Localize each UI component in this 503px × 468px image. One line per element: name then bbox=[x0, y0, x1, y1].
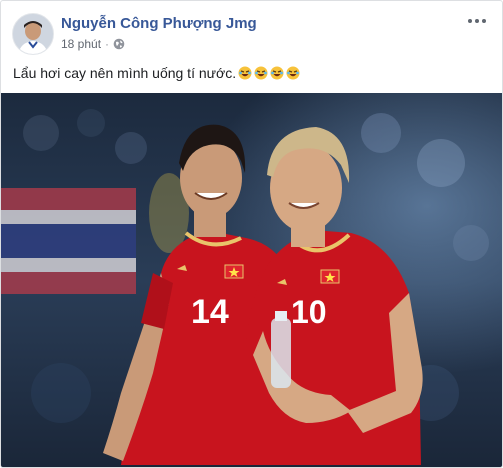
rolling-laughing-emoji-icon bbox=[254, 66, 268, 80]
jersey-number-14: 14 bbox=[191, 293, 229, 331]
post-meta: 18 phút · bbox=[61, 37, 125, 51]
rolling-laughing-emoji-icon bbox=[286, 66, 300, 80]
facebook-post-card: Nguyễn Công Phượng Jmg 18 phút · Lẩu hơi… bbox=[0, 0, 503, 468]
author-avatar[interactable] bbox=[12, 13, 54, 55]
football-players-photo: 14 10 bbox=[1, 93, 502, 467]
rolling-laughing-emoji-icon bbox=[270, 66, 284, 80]
rolling-laughing-emoji-icon bbox=[238, 66, 252, 80]
author-name-link[interactable]: Nguyễn Công Phượng Jmg bbox=[61, 15, 257, 32]
water-bottle bbox=[271, 318, 291, 388]
post-message-text: Lẩu hơi cay nên mình uống tí nước. bbox=[13, 65, 237, 81]
post-timestamp[interactable]: 18 phút bbox=[61, 37, 101, 51]
meta-separator: · bbox=[105, 37, 110, 51]
more-options-icon[interactable] bbox=[466, 13, 488, 29]
post-photo[interactable]: 14 10 bbox=[1, 93, 502, 467]
globe-icon[interactable] bbox=[113, 38, 125, 50]
avatar-image bbox=[13, 14, 53, 54]
post-message: Lẩu hơi cay nên mình uống tí nước. bbox=[13, 65, 300, 81]
jersey-number-10: 10 bbox=[291, 294, 327, 330]
